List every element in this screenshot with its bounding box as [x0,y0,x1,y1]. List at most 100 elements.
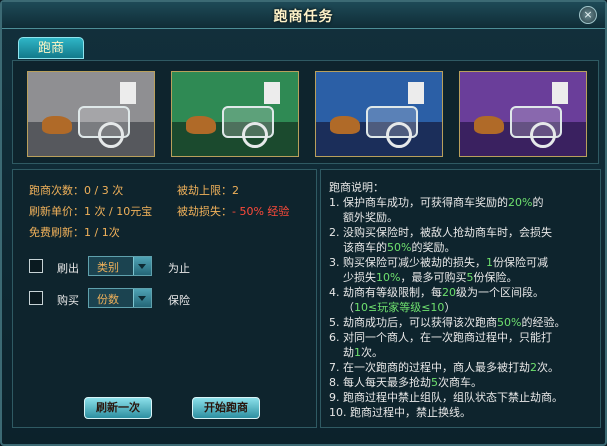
instruction-text: ） [444,301,456,314]
start-trade-button[interactable]: 开始跑商 [192,397,260,419]
count-value: 0 / 3 次 [84,184,124,197]
flag-icon [552,82,568,104]
buy-label: 购买 [57,294,79,307]
highlight-value: 50% [497,316,522,329]
rob-loss-row: 被劫损失：- 50% 经验 [177,203,289,219]
highlight-value: 50% [387,241,412,254]
quantity-select[interactable]: 份数 [88,288,152,308]
highlight-value: 20 [442,286,456,299]
instructions-lines: 1. 保护商车成功，可获得商车奖励的20%的 额外奖励。 2. 没购买保险时，被敌人… [329,195,595,420]
instruction-text: 的经验。 [521,316,566,329]
wheel-icon [242,122,268,148]
ox-icon [330,116,360,134]
ox-icon [474,116,504,134]
caravan-card-row [12,60,599,164]
chevron-down-icon[interactable] [133,289,151,307]
highlight-value: 5 [431,376,438,389]
caravan-card-purple[interactable] [459,71,587,157]
caravan-card-green[interactable] [171,71,299,157]
instruction-text: 份保险可减 [493,256,548,269]
refresh-once-button[interactable]: 刷新一次 [84,397,152,419]
instruction-text: 4. 劫商有等级限制，每 [329,286,442,299]
instruction-text: 2. 没购买保险时，被敌人抢劫商车时，会损失 [329,226,552,239]
wheel-icon [386,122,412,148]
insurance-checkbox[interactable] [29,291,43,305]
instruction-line: 9. 跑商过程中禁止组队，组队状态下禁止劫商。 [329,390,595,405]
instruction-text: 的奖励。 [411,241,456,254]
rob-loss-value: - 50% 经验 [232,205,290,218]
count-row: 跑商次数：0 / 3 次 [29,182,123,198]
instruction-text: 少损失 [343,271,376,284]
title-bar: 跑商任务 × [2,2,605,29]
instruction-text: 次商车。 [438,376,482,389]
instruction-line: 2. 没购买保险时，被敌人抢劫商车时，会损失 [329,225,595,240]
price-label: 刷新单价： [29,205,84,218]
quantity-select-value: 份数 [97,293,119,306]
instruction-text: 8. 每人每天最多抢劫 [329,376,431,389]
price-value: 1 次 / 10元宝 [84,205,153,218]
flag-icon [264,82,280,104]
dialog-window: 跑商任务 × 跑商 跑商次数：0 / 3 次 刷新单价：1 次 / 10元宝 免… [0,0,607,446]
refresh-checkbox[interactable] [29,259,43,273]
stats-panel: 跑商次数：0 / 3 次 刷新单价：1 次 / 10元宝 免费刷新：1 / 1次… [12,169,317,428]
category-select[interactable]: 类别 [88,256,152,276]
instruction-line: 该商车的50%的奖励。 [329,240,595,255]
instruction-text: 5. 劫商成功后，可以获得该次跑商 [329,316,497,329]
flag-icon [120,82,136,104]
instructions-panel: 跑商说明： 1. 保护商车成功，可获得商车奖励的20%的 额外奖励。 2. 没购买保… [320,169,601,428]
highlight-value: 10% [376,271,401,284]
ox-icon [186,116,216,134]
free-row: 免费刷新：1 / 1次 [29,224,120,240]
instruction-text: 该商车的 [343,241,387,254]
instruction-text: 9. 跑商过程中禁止组队，组队状态下禁止劫商。 [329,391,563,404]
wheel-icon [530,122,556,148]
instruction-text: ，最多可购买 [400,271,467,284]
instruction-text: （ [343,301,354,314]
count-label: 跑商次数： [29,184,84,197]
instruction-line: 少损失10%，最多可购买5份保险。 [329,270,595,285]
wheel-icon [98,122,124,148]
highlight-value: 10≤玩家等级≤10 [354,301,445,314]
instruction-line: 额外奖励。 [329,210,595,225]
instruction-line: （10≤玩家等级≤10） [329,300,595,315]
highlight-value: 1 [486,256,493,269]
instruction-line: 7. 在一次跑商的过程中，商人最多被打劫2次。 [329,360,595,375]
instruction-text: 额外奖励。 [343,211,398,224]
buy-suffix: 保险 [168,294,190,307]
rob-limit-label: 被劫上限： [177,184,232,197]
window-title: 跑商任务 [273,9,334,25]
instruction-line: 8. 每人每天最多抢劫5次商车。 [329,375,595,390]
refresh-label: 刷出 [57,262,79,275]
instruction-text: 10. 跑商过程中，禁止换线。 [329,406,471,419]
refresh-suffix: 为止 [168,262,190,275]
chevron-down-icon[interactable] [133,257,151,275]
instruction-text: 次。 [361,346,383,359]
instruction-text: 的 [532,196,544,209]
price-row: 刷新单价：1 次 / 10元宝 [29,203,152,219]
instructions-title: 跑商说明： [329,181,384,194]
instruction-text: 级为一个区间段。 [456,286,544,299]
instruction-line: 1. 保护商车成功，可获得商车奖励的20%的 [329,195,595,210]
instruction-line: 4. 劫商有等级限制，每20级为一个区间段。 [329,285,595,300]
instruction-text: 次。 [537,361,559,374]
close-button[interactable]: × [579,6,597,24]
caravan-card-grey[interactable] [27,71,155,157]
instruction-line: 劫1次。 [329,345,595,360]
highlight-value: 2 [530,361,537,374]
instruction-line: 10. 跑商过程中，禁止换线。 [329,405,595,420]
rob-limit-row: 被劫上限：2 [177,182,239,198]
instruction-text: 7. 在一次跑商的过程中，商人最多被打劫 [329,361,530,374]
highlight-value: 1 [354,346,361,359]
instruction-text: 3. 购买保险可减少被劫的损失， [329,256,486,269]
flag-icon [408,82,424,104]
caravan-card-blue[interactable] [315,71,443,157]
free-value: 1 / 1次 [84,226,120,239]
instruction-text: 1. 保护商车成功，可获得商车奖励的 [329,196,508,209]
tab-paoshang[interactable]: 跑商 [18,37,84,59]
rob-loss-label: 被劫损失： [177,205,232,218]
instruction-line: 5. 劫商成功后，可以获得该次跑商50%的经验。 [329,315,595,330]
instruction-text: 劫 [343,346,354,359]
free-label: 免费刷新： [29,226,84,239]
instruction-text: 6. 对同一个商人，在一次跑商过程中，只能打 [329,331,552,344]
highlight-value: 20% [508,196,533,209]
